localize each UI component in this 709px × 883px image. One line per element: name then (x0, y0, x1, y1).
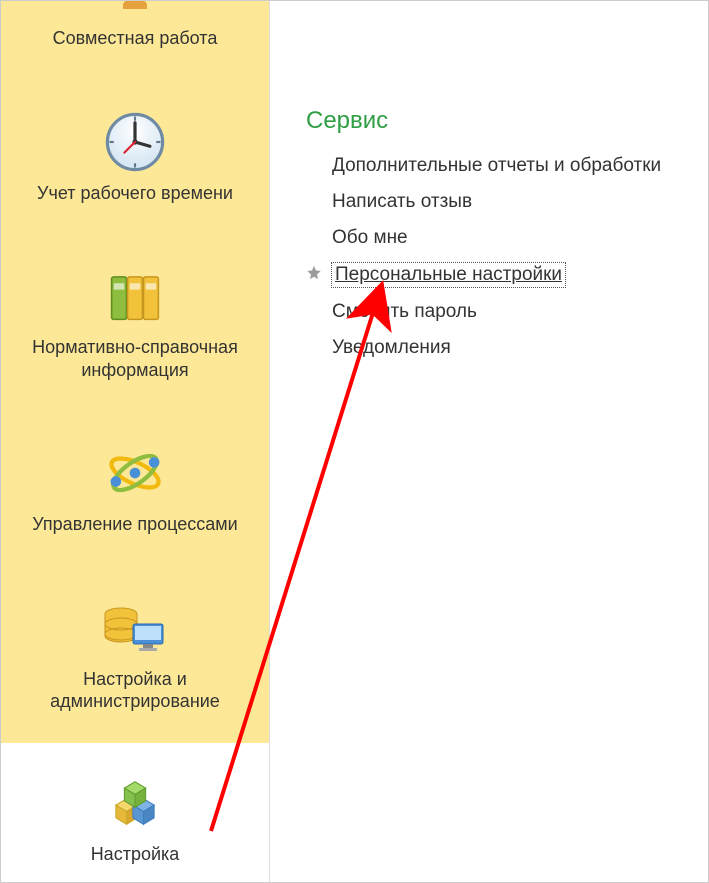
section-title: Сервис (306, 107, 684, 135)
clock-icon (7, 108, 263, 176)
link-label: Обо мне (332, 227, 408, 249)
sidebar-item-timetracking[interactable]: Учет рабочего времени (1, 98, 269, 223)
link-row-additional-reports[interactable]: Дополнительные отчеты и обработки (306, 155, 661, 177)
link-label: Персональные настройки (332, 263, 565, 287)
sidebar-section-selected: Настройка (1, 743, 269, 883)
link-row-notifications[interactable]: Уведомления (306, 337, 451, 359)
link-label: Сменить пароль (332, 301, 477, 323)
collaboration-icon (7, 1, 263, 21)
sidebar-item-processes[interactable]: Управление процессами (1, 429, 269, 554)
service-link-list: Дополнительные отчеты и обработки Написа… (306, 155, 684, 359)
folders-icon (7, 262, 263, 330)
star-icon (306, 265, 322, 286)
link-row-change-password[interactable]: Сменить пароль (306, 301, 477, 323)
app-window: Совместная работа (0, 0, 709, 883)
sidebar-item-collaboration[interactable]: Совместная работа (1, 1, 269, 68)
link-row-about-me[interactable]: Обо мне (306, 227, 408, 249)
link-label: Уведомления (332, 337, 451, 359)
link-row-personal-settings[interactable]: Персональные настройки (306, 263, 565, 287)
sidebar-item-label: Управление процессами (7, 513, 263, 536)
sidebar-item-label: Настройка (7, 843, 263, 866)
process-icon (7, 439, 263, 507)
sidebar-item-reference[interactable]: Нормативно-справочная информация (1, 252, 269, 399)
link-label: Написать отзыв (332, 191, 472, 213)
blocks-icon (7, 769, 263, 837)
sidebar: Совместная работа (1, 1, 270, 882)
sidebar-item-label: Настройка и администрирование (7, 668, 263, 713)
content-pane: Сервис Дополнительные отчеты и обработки… (270, 1, 708, 882)
sidebar-item-administration[interactable]: Настройка и администрирование (1, 584, 269, 731)
sidebar-item-settings[interactable]: Настройка (1, 759, 269, 883)
sidebar-item-label: Нормативно-справочная информация (7, 336, 263, 381)
link-row-write-review[interactable]: Написать отзыв (306, 191, 472, 213)
sidebar-item-label: Учет рабочего времени (7, 182, 263, 205)
sidebar-section-yellow: Совместная работа (1, 1, 269, 743)
sidebar-item-label: Совместная работа (7, 27, 263, 50)
link-label: Дополнительные отчеты и обработки (332, 155, 661, 177)
database-monitor-icon (7, 594, 263, 662)
